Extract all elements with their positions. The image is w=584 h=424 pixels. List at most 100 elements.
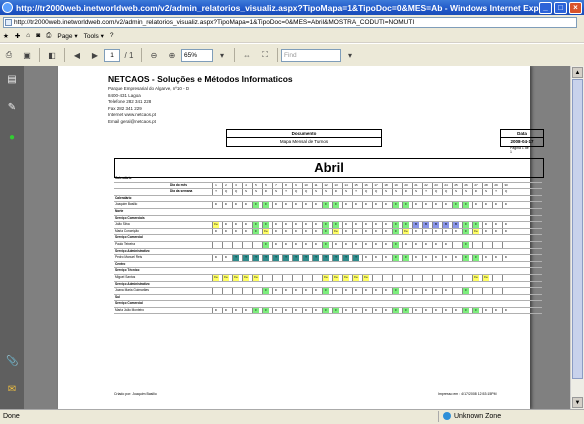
- grid-cell: S: [392, 189, 399, 195]
- signatures-icon[interactable]: ✎: [6, 102, 18, 114]
- grid-cell: D: [402, 241, 409, 248]
- grid-cell: D: [282, 288, 289, 294]
- page-menu[interactable]: Page ▾: [57, 32, 77, 40]
- vertical-scrollbar[interactable]: ▲ ▼: [570, 66, 584, 409]
- add-favorite-icon[interactable]: ✚: [15, 32, 20, 40]
- grid-cell: [442, 274, 449, 281]
- row-label: Pedro Manuel Reis: [115, 255, 143, 260]
- grid-cell: D: [292, 307, 299, 314]
- grid-cell: F: [402, 255, 409, 261]
- grid-cell: D: [412, 202, 419, 208]
- grid-cell: D: [362, 202, 369, 208]
- chevron-down-icon[interactable]: ▾: [343, 48, 357, 62]
- grid-cell: D: [382, 222, 389, 228]
- next-page-icon[interactable]: ▶: [88, 48, 102, 62]
- grid-cell: D: [432, 307, 439, 314]
- save-icon[interactable]: ▣: [20, 48, 34, 62]
- page-count: Página 1 de 1: [510, 146, 529, 154]
- grid-cell: [462, 274, 469, 281]
- globe-icon: [443, 412, 451, 421]
- grid-cell: D: [212, 255, 219, 261]
- zoom-select[interactable]: 65%: [181, 48, 213, 62]
- maximize-button[interactable]: □: [554, 1, 567, 14]
- scroll-down-icon[interactable]: ▼: [572, 397, 583, 408]
- grid-cell: F: [462, 228, 469, 235]
- grid-cell: Fe: [472, 274, 479, 281]
- comments-icon[interactable]: ✉: [6, 384, 18, 396]
- grid-cell: D: [362, 307, 369, 314]
- print-icon[interactable]: ⎙: [2, 48, 16, 62]
- grid-row: Serviço Comerciais: [114, 216, 542, 223]
- grid-row: Dia do mês 1 2 3 4 5 6 7 8 9 10 11 12 13 14 15 16 17 18 19 2…: [114, 182, 542, 190]
- company-address-line: Email geral@netcaos.pt: [108, 118, 156, 124]
- fit-page-icon[interactable]: ⛶: [258, 48, 272, 62]
- find-input[interactable]: Find: [281, 48, 341, 62]
- address-url: http://tr2000web.inetworldweb.com/v2/adm…: [14, 18, 415, 26]
- grid-cell: [432, 274, 439, 281]
- company-address-line: Internet www.netcaos.pt: [108, 112, 157, 117]
- grid-row: Serviço Comercial: [114, 301, 542, 308]
- help-icon[interactable]: ●: [6, 132, 18, 144]
- pages-panel-icon[interactable]: ▤: [6, 74, 18, 86]
- grid-row: Dia da semana T Q Q S S D S T Q Q S S D S T Q Q S S D S T Q Q S S D…: [114, 189, 542, 196]
- grid-cell: F: [332, 222, 339, 228]
- zoom-in-icon[interactable]: ⊕: [165, 48, 179, 62]
- row-label: Serviço Administrativo: [115, 248, 150, 253]
- chevron-down-icon[interactable]: ▾: [215, 48, 229, 62]
- grid-row: Serviço Técnico: [114, 268, 542, 275]
- help-icon[interactable]: ?: [110, 32, 114, 39]
- print-icon[interactable]: ⎙: [46, 32, 51, 40]
- page-number-input[interactable]: 1: [104, 48, 120, 62]
- prev-page-icon[interactable]: ◀: [70, 48, 84, 62]
- grid-cell: D: [282, 228, 289, 235]
- grid-cell: T: [342, 255, 349, 261]
- row-label: Sul: [115, 294, 120, 299]
- grid-cell: S: [252, 189, 259, 195]
- grid-cell: F: [322, 202, 329, 208]
- grid-cell: D: [442, 241, 449, 248]
- grid-cell: D: [242, 202, 249, 208]
- grid-cell: T: [212, 189, 219, 195]
- grid-cell: Fe: [352, 274, 359, 281]
- grid-cell: Q: [292, 189, 299, 195]
- grid-row: Serviço Administrativo: [114, 249, 542, 256]
- grid-cell: D: [272, 307, 279, 314]
- grid-cell: F: [262, 241, 269, 248]
- zoom-out-icon[interactable]: ⊖: [147, 48, 161, 62]
- grid-cell: D: [372, 288, 379, 294]
- grid-cell: S: [462, 189, 469, 195]
- fit-width-icon[interactable]: ⇔: [240, 48, 254, 62]
- grid-cell: 12: [322, 182, 329, 189]
- employee-row: João Silva Fe D D D F F D D D D D F F D D D D D F F B B B B B F F D D…: [114, 222, 542, 229]
- status-text: Done: [3, 413, 20, 420]
- grid-cell: D: [232, 202, 239, 208]
- home-icon[interactable]: ⌂: [26, 32, 30, 39]
- grid-cell: 11: [312, 182, 319, 189]
- company-address-line: Parque Empresarial do Algarve, nº10 - D: [108, 86, 190, 91]
- grid-cell: D: [312, 288, 319, 294]
- close-button[interactable]: ×: [569, 1, 582, 14]
- scroll-up-icon[interactable]: ▲: [572, 67, 583, 78]
- grid-cell: D: [282, 222, 289, 228]
- feeds-icon[interactable]: ◙: [36, 32, 40, 39]
- grid-cell: [482, 288, 489, 294]
- grid-cell: F: [462, 307, 469, 314]
- grid-cell: D: [332, 288, 339, 294]
- grid-cell: T: [252, 255, 259, 261]
- grid-cell: F: [322, 228, 329, 235]
- grid-cell: Fe: [332, 274, 339, 281]
- grid-cell: Fe: [322, 274, 329, 281]
- address-input[interactable]: http://tr2000web.inetworldweb.com/v2/adm…: [3, 16, 577, 28]
- grid-cell: D: [492, 222, 499, 228]
- attachments-icon[interactable]: 📎: [6, 356, 18, 368]
- grid-cell: Fe: [482, 274, 489, 281]
- row-label: Joana Maria Guimarães: [115, 288, 150, 293]
- page-setup-icon[interactable]: ◧: [45, 48, 59, 62]
- scroll-thumb[interactable]: [572, 79, 583, 379]
- grid-cell: D: [442, 255, 449, 261]
- tools-menu[interactable]: Tools ▾: [84, 32, 104, 40]
- pdf-toolbar: ⎙ ▣ ◧ ◀ ▶ 1 / 1 ⊖ ⊕ 65% ▾ ⇔ ⛶ Find ▾: [0, 43, 584, 67]
- minimize-button[interactable]: _: [539, 1, 552, 14]
- row-label: Dia da semana: [170, 189, 193, 194]
- favorites-star-icon[interactable]: ★: [3, 32, 9, 40]
